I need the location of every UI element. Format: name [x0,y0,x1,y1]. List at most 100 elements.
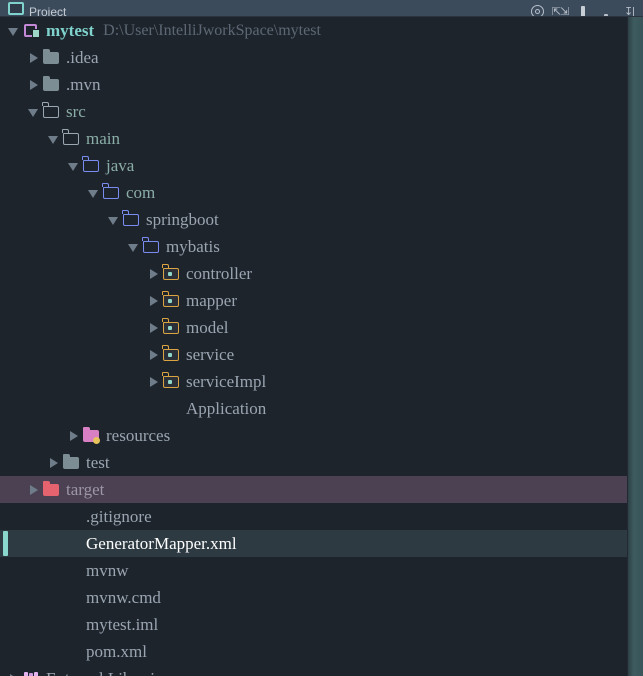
tree-row[interactable]: mybatis [0,233,628,260]
file-icon-placeholder [63,563,80,578]
tool-window-header: Project ⇱⇲ ↧| [0,0,643,17]
module-icon [23,23,40,38]
locate-target-icon[interactable] [527,2,547,16]
tree-row-label: src [66,102,86,121]
tree-row[interactable]: service [0,341,628,368]
more-options-icon[interactable] [596,2,616,16]
folder-source-icon [142,237,160,254]
tree-row-label: service [186,345,235,364]
tree-row[interactable]: java [0,152,628,179]
chevron-right-icon[interactable] [28,79,40,91]
package-folder-icon [162,291,180,308]
tree-row-label: External Libraries [46,665,169,676]
chevron-right-icon[interactable] [48,457,60,469]
file-icon-placeholder [63,536,80,551]
target-folder-icon [43,481,60,497]
tree-row[interactable]: mapper [0,287,628,314]
tree-row[interactable]: target [0,476,628,503]
tree-row[interactable]: serviceImpl [0,368,628,395]
tree-row-label: mvnw.cmd [86,588,161,607]
tree-row-label: java [106,156,135,175]
chevron-right-icon[interactable] [148,268,160,280]
file-icon-placeholder [63,644,80,659]
tree-row[interactable]: .gitignore [0,503,628,530]
tree-row[interactable]: test [0,449,628,476]
right-side-strip-fill [628,17,643,676]
folder-solid-icon [63,454,80,470]
tree-row[interactable]: mvnw [0,557,628,584]
tree-row-label: test [86,453,110,472]
libraries-icon [23,671,40,676]
tree-row[interactable]: springboot [0,206,628,233]
folder-outline-icon [42,102,60,119]
right-side-strip[interactable] [628,17,643,676]
package-folder-icon [162,264,180,281]
package-folder-icon [162,345,180,362]
hide-panel-icon[interactable]: ↧| [619,2,639,17]
tool-window-title-group[interactable]: Project [0,0,66,16]
tree-row[interactable]: mytest D:\User\IntelliJworkSpace\mytest [0,17,628,44]
tree-row[interactable]: GeneratorMapper.xml [0,530,628,557]
tree-row[interactable]: External Libraries [0,665,628,676]
chevron-right-icon[interactable] [8,673,20,676]
tree-row-label: serviceImpl [186,372,267,391]
tree-row-label: mybatis [166,237,220,256]
chevron-right-icon[interactable] [68,430,80,442]
tree-row-label: model [186,318,229,337]
chevron-right-icon[interactable] [148,322,160,334]
chevron-down-icon[interactable] [68,160,80,172]
chevron-right-icon[interactable] [28,484,40,496]
tree-row[interactable]: .mvn [0,71,628,98]
chevron-down-icon[interactable] [88,187,100,199]
collapse-all-icon[interactable]: ⇱⇲ [550,2,570,17]
folder-source-icon [122,210,140,227]
project-tree[interactable]: mytest D:\User\IntelliJworkSpace\mytest .i… [0,17,628,676]
tree-row[interactable]: src [0,98,628,125]
tree-row-label: main [86,129,120,148]
file-icon-placeholder [163,401,180,416]
tree-row[interactable]: mvnw.cmd [0,584,628,611]
tree-row-label: resources [106,426,171,445]
tree-row[interactable]: controller [0,260,628,287]
chevron-down-icon[interactable] [108,214,120,226]
tree-row[interactable]: resources [0,422,628,449]
tree-row-path: D:\User\IntelliJworkSpace\mytest [103,22,321,39]
tree-row[interactable]: pom.xml [0,638,628,665]
chevron-right-icon[interactable] [148,349,160,361]
chevron-down-icon[interactable] [128,241,140,253]
tree-row-label: mapper [186,291,237,310]
tree-row-label: .idea [66,48,99,67]
file-icon-placeholder [63,590,80,605]
chevron-right-icon[interactable] [148,376,160,388]
chevron-down-icon[interactable] [28,106,40,118]
tree-row[interactable]: mytest.iml [0,611,628,638]
tree-row[interactable]: .idea [0,44,628,71]
tree-row-label: mvnw [86,561,129,580]
package-folder-icon [162,372,180,389]
tree-row-label: controller [186,264,253,283]
package-folder-icon [162,318,180,335]
chevron-down-icon[interactable] [8,25,20,37]
file-icon-placeholder [63,617,80,632]
settings-bar-icon[interactable] [573,2,593,16]
tree-row[interactable]: main [0,125,628,152]
tree-row-label: .mvn [66,75,101,94]
folder-solid-icon [43,76,60,92]
tree-row[interactable]: model [0,314,628,341]
chevron-down-icon[interactable] [48,133,60,145]
project-icon [8,2,24,15]
folder-outline-icon [62,129,80,146]
selection-marker [3,531,8,556]
folder-solid-icon [43,49,60,65]
project-tool-window: Project ⇱⇲ ↧| mytest D:\User\IntelliJwork… [0,0,643,676]
tree-row[interactable]: Application [0,395,628,422]
folder-source-icon [102,183,120,200]
tree-row[interactable]: com [0,179,628,206]
chevron-right-icon[interactable] [28,52,40,64]
chevron-right-icon[interactable] [148,295,160,307]
